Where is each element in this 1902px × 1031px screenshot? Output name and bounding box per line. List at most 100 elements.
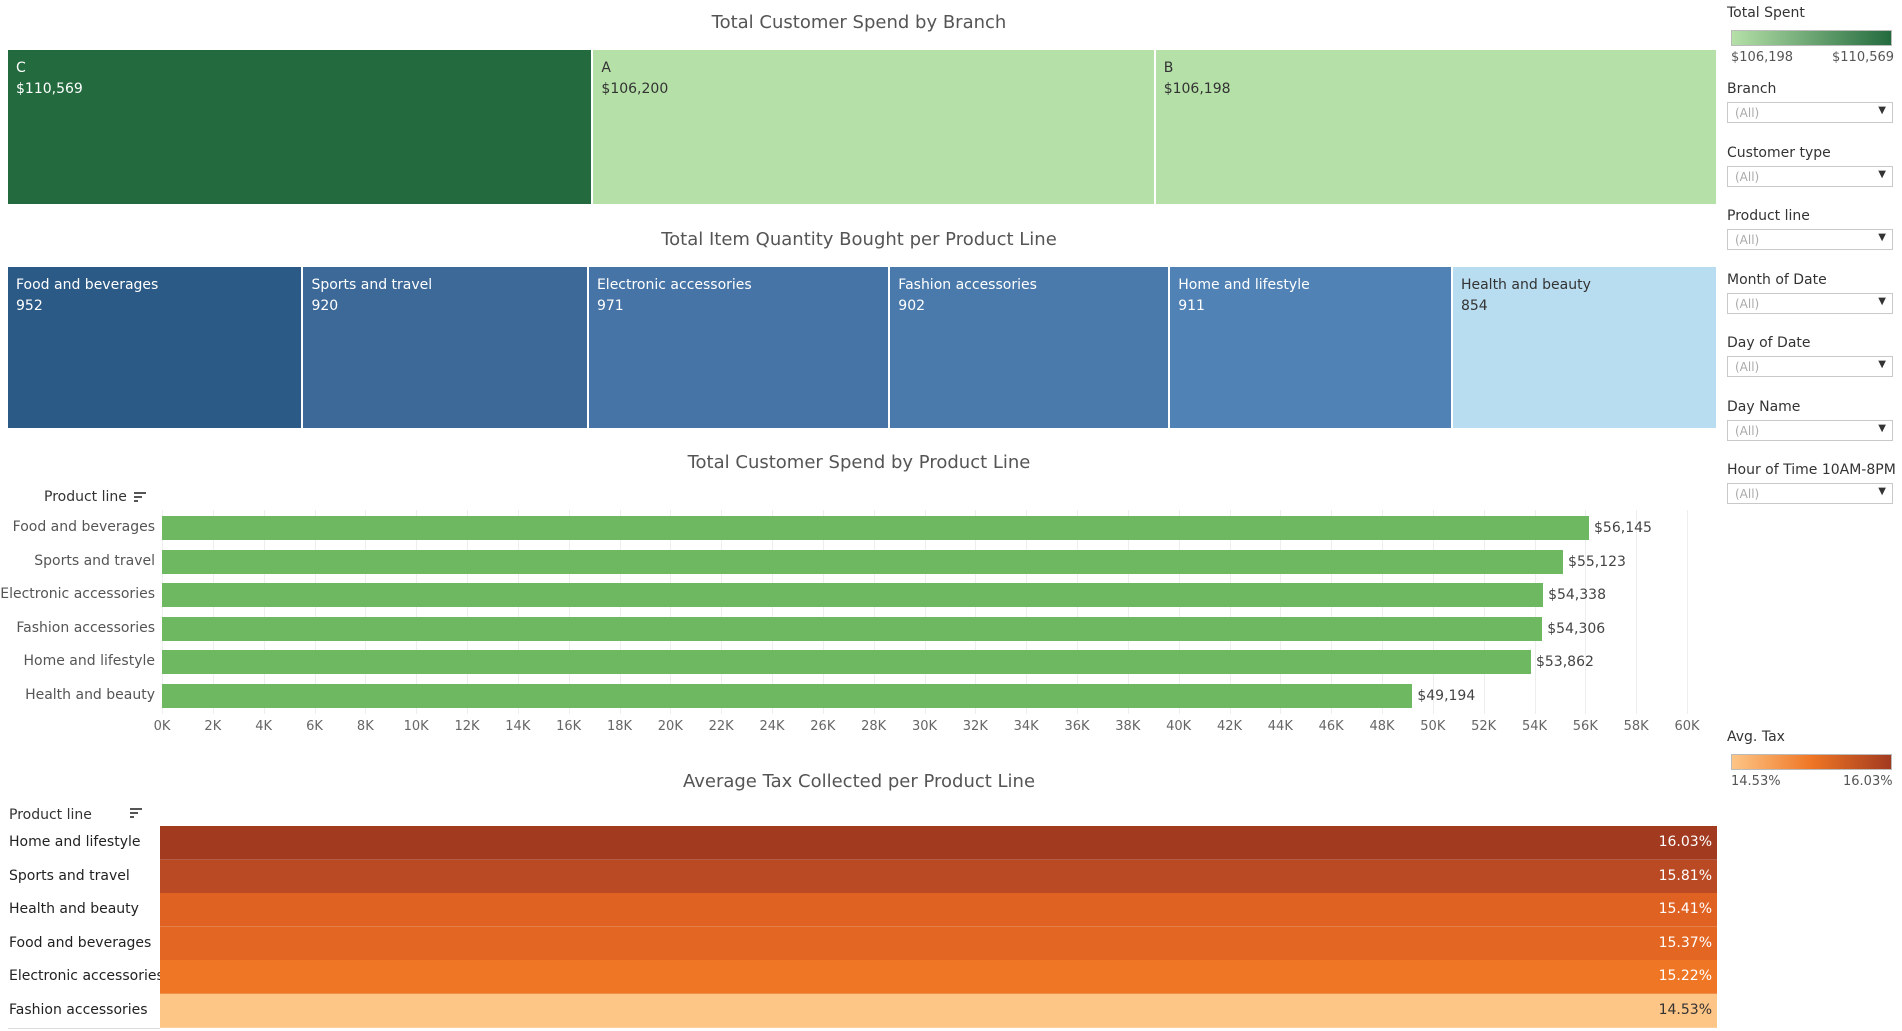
filter-label: Hour of Time 10AM-8PM <box>1727 462 1896 478</box>
filter-dropdown[interactable]: (All) ▼ <box>1727 356 1893 377</box>
product-line-tile[interactable]: Electronic accessories 971 <box>588 267 891 428</box>
sort-descending-icon[interactable] <box>130 808 143 818</box>
bar-category-label: Electronic accessories <box>0 586 155 602</box>
heatmap-cell[interactable]: 15.41% <box>160 893 1717 928</box>
filter-dropdown-value: (All) <box>1735 423 1760 438</box>
quantity-treemap: Food and beverages 952 Sports and travel 92… <box>8 267 1718 428</box>
x-tick-label: 4K <box>255 719 273 734</box>
product-line-tile-label: Food and beverages <box>16 277 159 293</box>
filter-dropdown[interactable]: (All) ▼ <box>1727 292 1893 314</box>
filter-dropdown[interactable]: (All) ▼ <box>1727 419 1893 441</box>
dropdown-arrow-icon[interactable]: ▼ <box>1878 296 1886 307</box>
filter-dropdown[interactable]: (All) ▼ <box>1727 483 1893 504</box>
heatmap-row-label: Food and beverages <box>9 934 152 951</box>
dropdown-arrow-icon[interactable]: ▼ <box>1878 486 1886 497</box>
bar[interactable] <box>162 616 1543 641</box>
product-line-tile[interactable]: Sports and travel 920 <box>303 267 589 428</box>
heatmap-cell[interactable]: 15.81% <box>160 859 1717 894</box>
filter-dropdown[interactable]: (All) ▼ <box>1727 229 1893 250</box>
product-line-tile-value: 911 <box>1178 298 1205 314</box>
x-tick-label: 22K <box>708 719 734 734</box>
x-tick-label: 60K <box>1674 719 1700 734</box>
filter-label: Day of Date <box>1727 335 1811 351</box>
heatmap-cell[interactable]: 16.03% <box>160 826 1717 860</box>
product-line-tile-value: 920 <box>311 298 339 314</box>
bar[interactable] <box>162 650 1531 674</box>
dropdown-arrow-icon[interactable]: ▼ <box>1878 232 1886 243</box>
product-line-tile[interactable]: Health and beauty 854 <box>1452 267 1718 428</box>
x-tick-label: 28K <box>861 719 887 734</box>
x-tick-label: 26K <box>810 719 836 734</box>
spend-bar-title: Total Customer Spend by Product Line <box>687 452 1031 473</box>
bar[interactable] <box>162 516 1590 540</box>
x-tick-label: 18K <box>606 719 633 734</box>
product-line-tile[interactable]: Home and lifestyle 911 <box>1170 267 1453 428</box>
gridline <box>1585 510 1587 714</box>
filter-label: Branch <box>1727 81 1777 97</box>
product-line-tile-label: Fashion accessories <box>898 277 1037 293</box>
x-tick-label: 6K <box>306 719 323 734</box>
x-tick-label: 48K <box>1369 719 1395 734</box>
x-tick-label: 34K <box>1013 719 1039 734</box>
bar-value-label: $56,145 <box>1594 520 1652 536</box>
x-tick-label: 16K <box>556 719 582 734</box>
product-line-tile-label: Home and lifestyle <box>1178 277 1310 293</box>
product-line-tile[interactable]: Food and beverages 952 <box>8 267 304 428</box>
product-line-tile-label: Electronic accessories <box>596 277 752 293</box>
filter-label: Customer type <box>1727 144 1831 161</box>
x-tick-label: 38K <box>1115 719 1141 734</box>
dropdown-arrow-icon[interactable]: ▼ <box>1878 105 1886 116</box>
heatmap-cell[interactable]: 14.53% <box>160 994 1717 1028</box>
heatmap-axis-header: Product line <box>9 807 92 823</box>
bar[interactable] <box>162 583 1544 607</box>
branch-tile[interactable]: A $106,200 <box>593 50 1156 204</box>
filter-dropdown-value: (All) <box>1735 360 1760 374</box>
heatmap-row-label: Health and beauty <box>9 901 139 918</box>
heatmap-cell-value: 15.22% <box>1658 968 1712 985</box>
gridline <box>1687 510 1688 714</box>
x-tick-label: 44K <box>1267 719 1293 734</box>
branch-tile[interactable]: B $106,198 <box>1155 50 1718 204</box>
x-tick-label: 30K <box>911 719 938 734</box>
filter-label: Day Name <box>1727 398 1801 415</box>
product-line-tile-label: Health and beauty <box>1460 277 1591 293</box>
total-spent-color-ramp <box>1731 30 1892 46</box>
bar-value-label: $53,862 <box>1535 654 1594 670</box>
x-tick-label: 36K <box>1064 719 1090 734</box>
branch-tile[interactable]: C $110,569 <box>8 50 594 204</box>
product-line-tile[interactable]: Fashion accessories 902 <box>890 267 1171 428</box>
heatmap-cell[interactable]: 15.37% <box>160 926 1717 961</box>
total-spent-max-label: $110,569 <box>1832 50 1895 65</box>
bar-value-label: $55,123 <box>1568 553 1626 570</box>
x-tick-label: 54K <box>1521 719 1548 734</box>
quantity-treemap-title: Total Item Quantity Bought per Product L… <box>661 229 1057 250</box>
heatmap-cell[interactable]: 15.22% <box>160 960 1717 995</box>
total-spent-min-label: $106,198 <box>1731 50 1794 65</box>
heatmap-row-label: Home and lifestyle <box>9 834 141 850</box>
gridline <box>1636 510 1638 714</box>
filter-dropdown-value: (All) <box>1735 106 1760 120</box>
heatmap-cell-value: 14.53% <box>1658 1002 1712 1018</box>
filter-dropdown-value: (All) <box>1735 296 1760 311</box>
filter-dropdown-value: (All) <box>1735 233 1760 247</box>
x-tick-label: 50K <box>1420 719 1446 734</box>
heatmap-row-label: Electronic accessories <box>9 968 164 985</box>
x-tick-label: 42K <box>1216 719 1243 734</box>
filter-dropdown[interactable]: (All) ▼ <box>1727 102 1893 123</box>
dropdown-arrow-icon[interactable]: ▼ <box>1878 169 1886 180</box>
x-tick-label: 20K <box>657 719 683 734</box>
dropdown-arrow-icon[interactable]: ▼ <box>1878 359 1886 370</box>
x-tick-label: 24K <box>759 719 785 734</box>
branch-treemap: C $110,569 A $106,200 B $106,198 <box>8 50 1718 204</box>
x-tick-label: 56K <box>1572 719 1598 734</box>
product-line-tile-value: 854 <box>1460 298 1488 314</box>
bar[interactable] <box>162 549 1564 574</box>
gridline <box>1483 510 1485 714</box>
bar-category-label: Fashion accessories <box>16 619 155 636</box>
spend-bar-chart: 0K 2K 4K 6K 8K 10K 12K 14K 16K 18K 20K 22K 24K 26K 28K… <box>0 500 1718 740</box>
avg-tax-legend-title: Avg. Tax <box>1727 729 1785 745</box>
filter-dropdown[interactable]: (All) ▼ <box>1727 165 1893 187</box>
bar-category-label: Food and beverages <box>12 519 155 535</box>
bar[interactable] <box>162 683 1413 708</box>
dropdown-arrow-icon[interactable]: ▼ <box>1878 423 1886 434</box>
